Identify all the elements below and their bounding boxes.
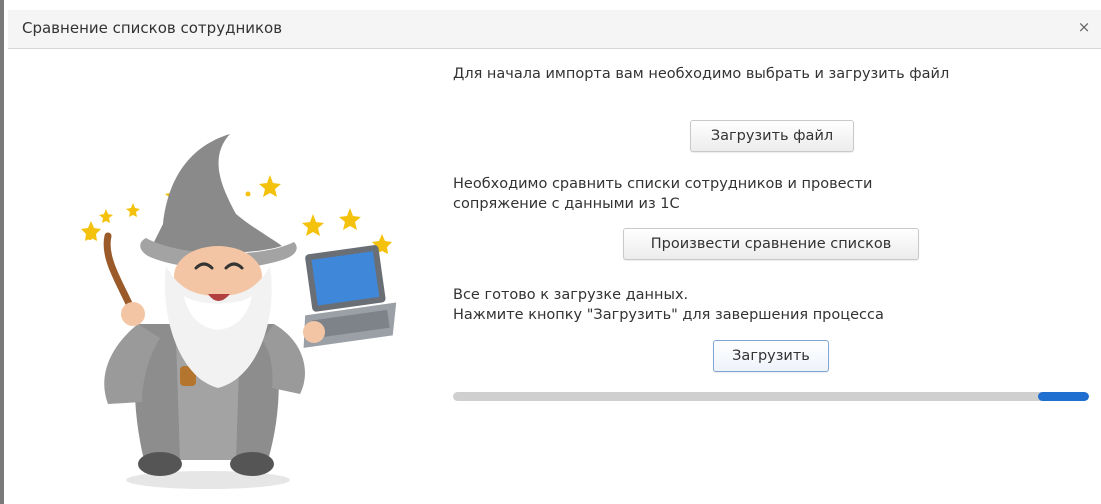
close-icon[interactable]: ×	[1073, 16, 1095, 38]
step3-text-line1: Все готово к загрузке данных.	[453, 287, 689, 303]
upload-file-button[interactable]: Загрузить файл	[690, 120, 854, 152]
progress-fill	[1038, 392, 1089, 401]
progress-bar	[453, 392, 1089, 401]
step3-text-line2: Нажмите кнопку "Загрузить" для завершени…	[453, 307, 884, 323]
step1-text: Для начала импорта вам необходимо выбрат…	[453, 66, 950, 82]
load-button[interactable]: Загрузить	[713, 340, 829, 372]
page-left-edge	[0, 0, 4, 504]
wizard-with-laptop-illustration	[81, 134, 397, 489]
step2-text-line2: сопряжение с данными из 1С	[453, 196, 680, 212]
compare-lists-dialog: Сравнение списков сотрудников × Для нача…	[8, 10, 1101, 504]
dialog-titlebar: Сравнение списков сотрудников ×	[8, 10, 1101, 49]
dialog-title: Сравнение списков сотрудников	[22, 19, 283, 37]
step2-text-line1: Необходимо сравнить списки сотрудников и…	[453, 176, 873, 192]
compare-lists-button[interactable]: Произвести сравнение списков	[623, 228, 919, 260]
